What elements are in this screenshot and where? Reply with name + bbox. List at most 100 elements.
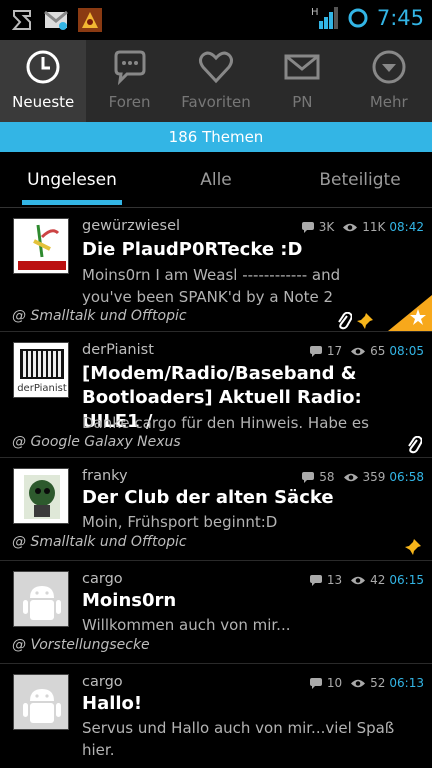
thread-meta: 13 42 06:15 xyxy=(309,573,424,587)
view-count: 65 xyxy=(370,344,386,358)
tab-foren[interactable]: Foren xyxy=(86,40,172,122)
android-default-avatar-icon xyxy=(14,675,68,729)
thread-snippet-line: you've been SPANK'd by a Note 2 xyxy=(82,288,334,306)
tab-label: Foren xyxy=(108,93,151,111)
views-icon xyxy=(343,223,358,231)
thread-list: gewürzwiesel 3K 11K 08:42 Die PlaudP0RTe… xyxy=(0,208,432,768)
replies-icon xyxy=(309,345,322,357)
status-bar: H 7:45 xyxy=(0,0,432,40)
thread-time: 08:42 xyxy=(389,220,424,234)
subtab-alle[interactable]: Alle xyxy=(144,152,288,207)
thread-title: Der Club der alten Säcke xyxy=(82,487,334,508)
views-icon xyxy=(351,576,366,584)
thread-forum: @ Vorstellungsecke xyxy=(12,637,150,653)
thread-author: franky xyxy=(82,468,128,484)
thread-snippet-line: hier. xyxy=(82,741,115,759)
replies-icon xyxy=(309,574,322,586)
signal-strength-icon: H xyxy=(311,7,338,29)
gmail-icon xyxy=(44,10,68,30)
replies-icon xyxy=(301,221,314,233)
notification-app-icon xyxy=(11,10,31,30)
thread-badges xyxy=(336,312,374,330)
clock: 7:45 xyxy=(376,6,424,30)
avatar-image: derPianist xyxy=(14,343,68,397)
thread-forum: @ Smalltalk und Offtopic xyxy=(12,308,187,324)
chevron-down-circle-icon xyxy=(372,50,406,84)
tab-label: Mehr xyxy=(369,93,408,111)
attachment-icon xyxy=(408,436,422,454)
thread-row[interactable]: derPianist derPianist 17 65 08:05 [Modem… xyxy=(0,332,432,458)
reply-count: 3K xyxy=(318,220,335,234)
tab-label: PN xyxy=(292,93,313,111)
tab-pn[interactable]: PN xyxy=(259,40,345,122)
thread-title: Hallo! xyxy=(82,693,143,714)
reply-count: 10 xyxy=(326,676,343,690)
avatar-image xyxy=(14,469,68,523)
avatar xyxy=(13,571,69,627)
thread-time: 06:15 xyxy=(389,573,424,587)
avatar xyxy=(13,468,69,524)
thread-row[interactable]: cargo 13 42 06:15 Moins0rn Willkommen au… xyxy=(0,561,432,664)
reply-count: 17 xyxy=(326,344,343,358)
avatar: derPianist xyxy=(13,342,69,398)
thread-title: Moins0rn xyxy=(82,590,177,611)
subtab-beteiligte[interactable]: Beteiligte xyxy=(288,152,432,207)
tab-favoriten[interactable]: Favoriten xyxy=(173,40,259,122)
avatar xyxy=(13,218,69,274)
thread-row[interactable]: gewürzwiesel 3K 11K 08:42 Die PlaudP0RTe… xyxy=(0,208,432,332)
android-default-avatar-icon xyxy=(14,572,68,626)
thread-snippet-line: Danke cargo für den Hinweis. Habe es xyxy=(82,414,369,432)
favorite-star-corner-icon xyxy=(388,295,432,331)
pin-icon xyxy=(357,313,373,329)
views-icon xyxy=(351,679,366,687)
thread-title: Die PlaudP0RTecke :D xyxy=(82,239,303,260)
tab-label: Favoriten xyxy=(181,93,251,111)
heart-icon xyxy=(198,51,233,84)
thread-forum: @ Smalltalk und Offtopic xyxy=(12,534,187,550)
thread-snippet-line: Servus und Hallo auch von mir...viel Spa… xyxy=(82,719,395,737)
tab-label: Neueste xyxy=(12,93,75,111)
thread-author: cargo xyxy=(82,674,123,690)
thread-time: 06:58 xyxy=(389,470,424,484)
thread-meta: 58 359 06:58 xyxy=(301,470,424,484)
network-type-label: H xyxy=(311,7,319,18)
thread-badges xyxy=(404,538,422,556)
view-count: 42 xyxy=(370,573,386,587)
thread-meta: 17 65 08:05 xyxy=(309,344,424,358)
reply-count: 58 xyxy=(319,470,335,484)
attachment-icon xyxy=(338,312,352,330)
avatar-image xyxy=(14,219,68,273)
sync-ring-icon xyxy=(348,8,368,28)
views-icon xyxy=(351,347,366,355)
thread-meta: 3K 11K 08:42 xyxy=(301,220,424,234)
thread-snippet-line: Willkommen auch von mir... xyxy=(82,616,291,634)
view-count: 11K xyxy=(362,220,386,234)
top-navigation: Neueste Foren Favoriten PN Mehr xyxy=(0,40,432,122)
clock-icon xyxy=(26,50,60,84)
chat-bubble-icon xyxy=(114,50,146,86)
envelope-icon xyxy=(284,54,320,80)
view-count: 52 xyxy=(370,676,386,690)
thread-title-line: [Modem/Radio/Baseband & xyxy=(82,363,357,384)
subtab-ungelesen[interactable]: Ungelesen xyxy=(0,152,144,207)
thread-author: derPianist xyxy=(82,342,154,358)
tab-neueste[interactable]: Neueste xyxy=(0,40,87,122)
view-count: 359 xyxy=(362,470,386,484)
avatar xyxy=(13,674,69,730)
thread-badges xyxy=(406,436,422,454)
views-icon xyxy=(343,473,358,481)
avatar-label: derPianist xyxy=(17,383,67,394)
thread-row[interactable]: franky 58 359 06:58 Der Club der alten S… xyxy=(0,458,432,561)
tab-mehr[interactable]: Mehr xyxy=(346,40,432,122)
pin-icon xyxy=(405,539,421,555)
thread-author: cargo xyxy=(82,571,123,587)
filter-tabs: Ungelesen Alle Beteiligte xyxy=(0,152,432,208)
topic-count-bar: 186 Themen xyxy=(0,122,432,152)
thread-meta: 10 52 06:13 xyxy=(309,676,424,690)
thread-snippet-line: Moins0rn I am Weasl ------------ and xyxy=(82,266,341,284)
thread-row[interactable]: cargo 10 52 06:13 Hallo! Servus und Hall… xyxy=(0,664,432,768)
thread-time: 08:05 xyxy=(389,344,424,358)
thread-time: 06:13 xyxy=(389,676,424,690)
replies-icon xyxy=(302,471,315,483)
thread-snippet-line: Moin, Frühsport beginnt:D xyxy=(82,513,278,531)
